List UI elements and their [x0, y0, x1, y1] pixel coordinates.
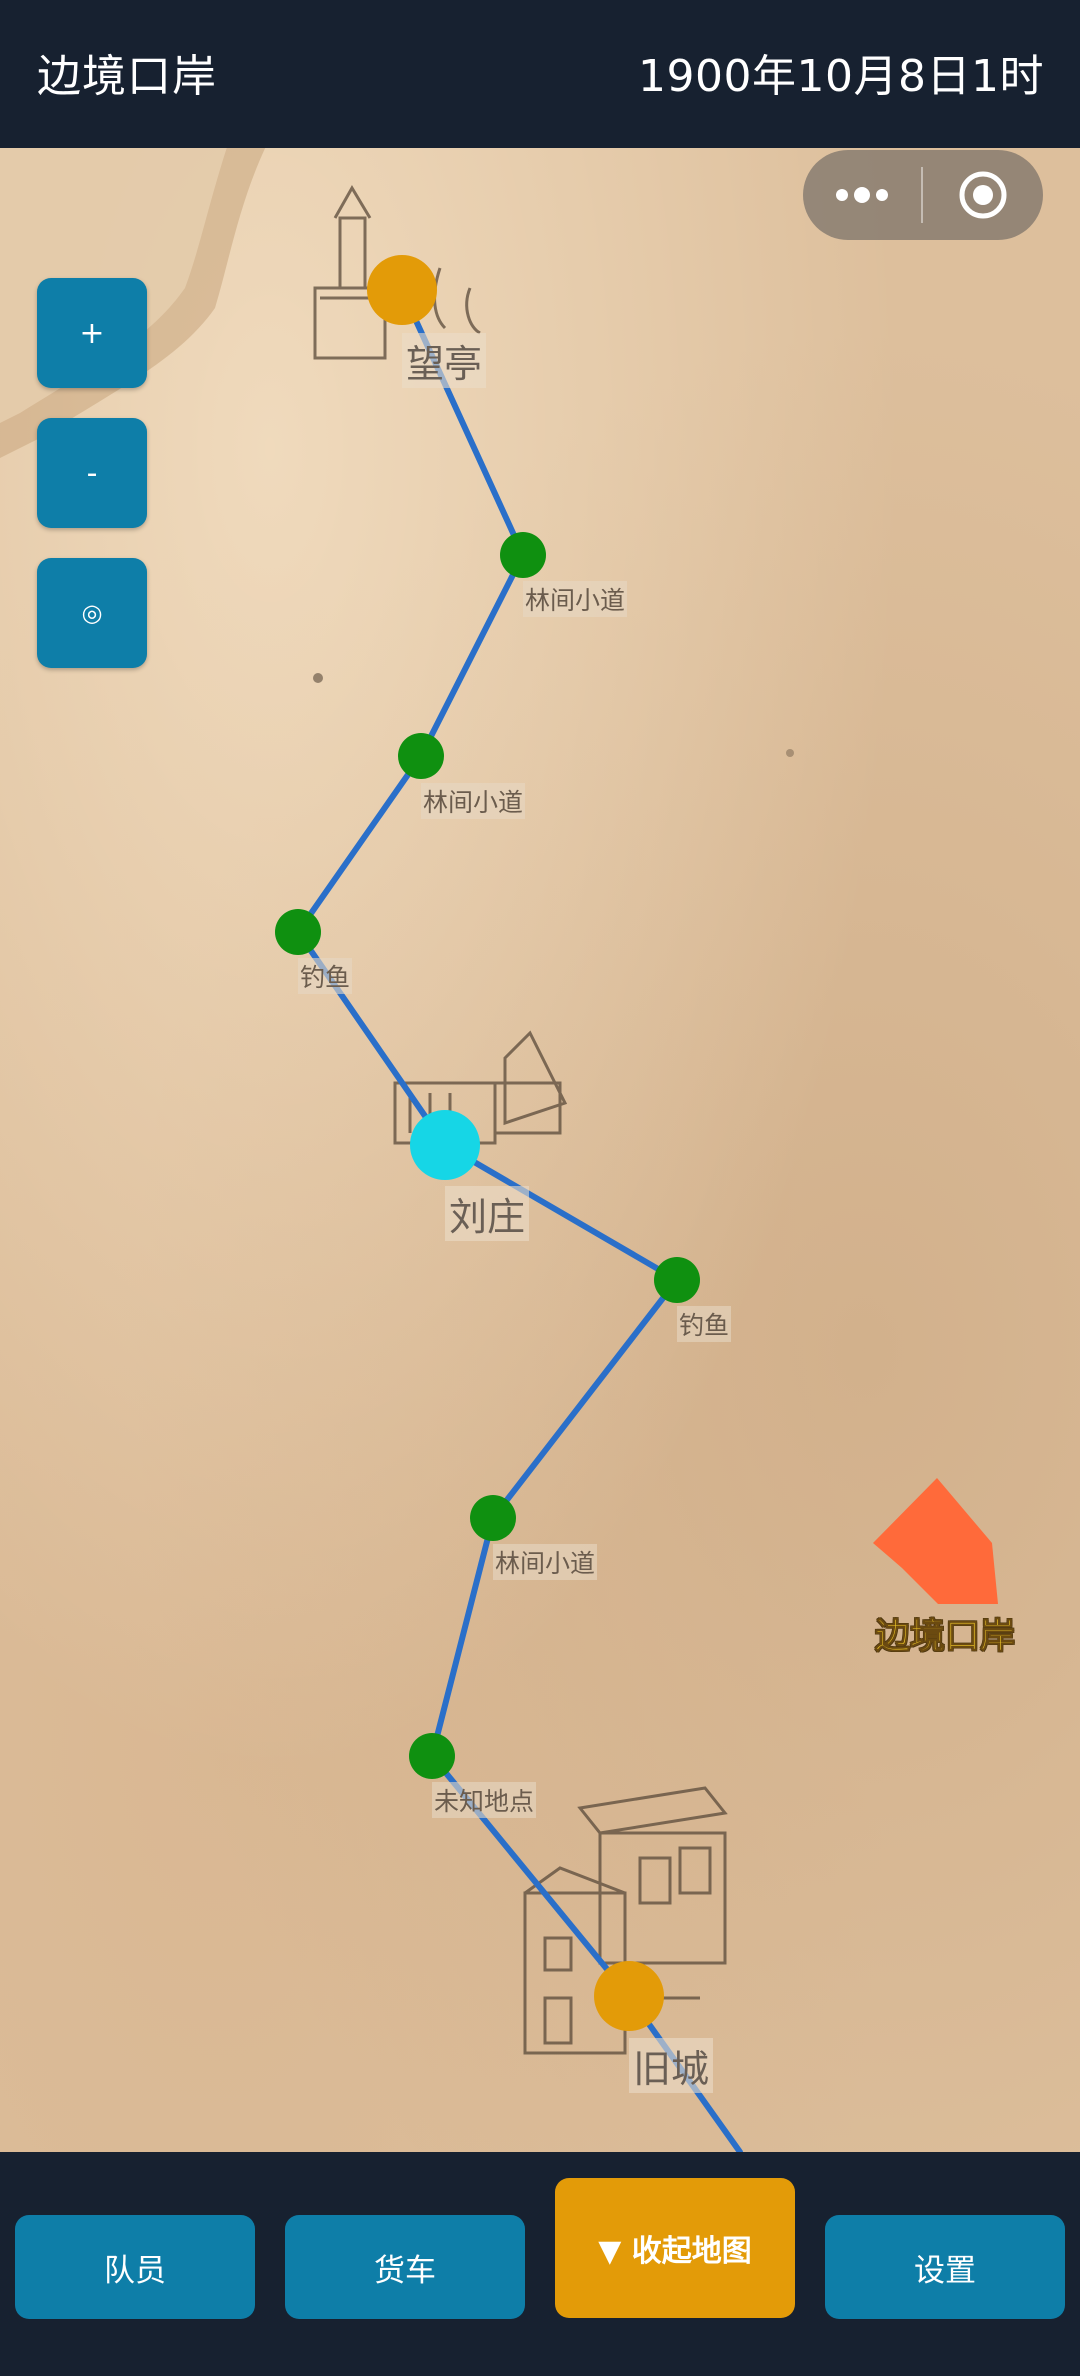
zoom-in-button[interactable]: + [37, 278, 147, 388]
place-label: 刘庄 [445, 1186, 530, 1241]
game-time: 1900年10月8日1时 [638, 51, 1044, 102]
locate-button[interactable]: ◎ [37, 558, 147, 668]
waypoint-node [275, 909, 321, 955]
miniprogram-capsule [803, 150, 1043, 240]
waypoint-node [654, 1257, 700, 1303]
route-map[interactable]: 望亭 林间小道 林间小道 钓鱼 刘庄 钓鱼 林间小道 未知地点 旧城 边境口岸 … [0, 148, 1080, 2152]
current-location-node [410, 1110, 480, 1180]
record-target-icon [959, 171, 1007, 219]
settings-button[interactable]: 设置 [825, 2215, 1065, 2319]
top-bar: 边境口岸 1900年10月8日1时 [0, 0, 1080, 148]
waypoint-node [500, 532, 546, 578]
route-layer [275, 185, 998, 2152]
more-dots-icon [836, 187, 888, 203]
place-label: 未知地点 [432, 1782, 537, 1818]
close-miniprogram-button[interactable] [923, 170, 1043, 220]
members-button[interactable]: 队员 [15, 2215, 255, 2319]
place-label: 林间小道 [421, 783, 526, 819]
place-label: 旧城 [629, 2038, 714, 2093]
page-title: 边境口岸 [37, 51, 217, 102]
place-label: 钓鱼 [677, 1306, 732, 1342]
destination-label[interactable]: 边境口岸 [874, 1608, 1015, 1659]
place-label: 钓鱼 [298, 958, 353, 994]
place-label: 望亭 [402, 333, 487, 388]
zoom-out-button[interactable]: - [37, 418, 147, 528]
destination-arrow-icon [873, 1478, 998, 1604]
bottom-nav: 队员 货车 ▼ 收起地图 设置 [0, 2152, 1080, 2376]
waypoint-node [409, 1733, 455, 1779]
collapse-map-button[interactable]: ▼ 收起地图 [555, 2178, 795, 2318]
town-node-old-city [594, 1961, 664, 2031]
more-menu-button[interactable] [803, 187, 921, 203]
waypoint-node [470, 1495, 516, 1541]
truck-button[interactable]: 货车 [285, 2215, 525, 2319]
place-label: 林间小道 [493, 1544, 598, 1580]
waypoint-node [398, 733, 444, 779]
place-label: 林间小道 [523, 581, 628, 617]
town-node-wangting [367, 255, 437, 325]
